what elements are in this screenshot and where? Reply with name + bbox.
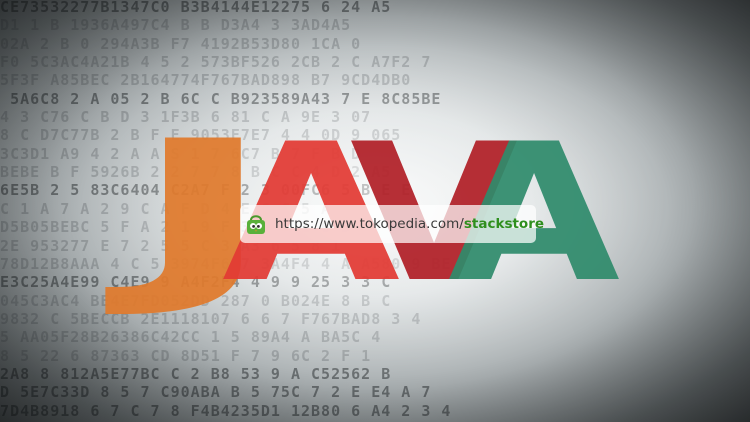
url-prefix: https://www.tokopedia.com/: [275, 216, 464, 232]
store-url-text[interactable]: https://www.tokopedia.com/stackstore: [275, 216, 544, 232]
store-url-watermark[interactable]: https://www.tokopedia.com/stackstore: [240, 205, 544, 243]
url-store-name: stackstore: [463, 216, 545, 232]
tokopedia-bag-icon: [244, 211, 268, 237]
